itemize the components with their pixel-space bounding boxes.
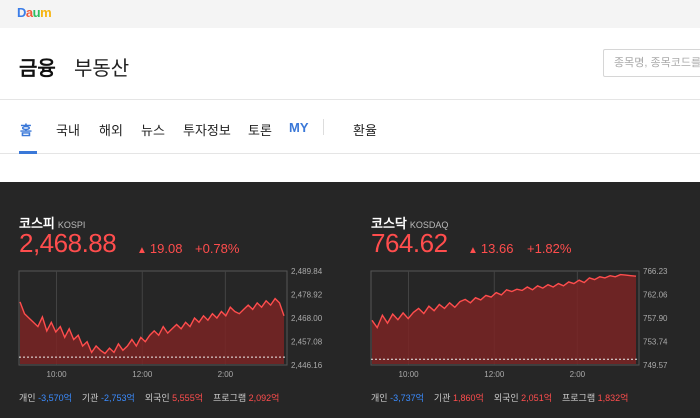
logo-letter: D xyxy=(17,5,26,20)
kosdaq-x-tick-label: 12:00 xyxy=(484,370,505,379)
tab-investment-info[interactable]: 투자정보 xyxy=(183,120,231,139)
tab-exchange-rate[interactable]: 환율 xyxy=(353,120,377,139)
kospi-individual-value: -3,570억 xyxy=(38,393,72,403)
tab-domestic[interactable]: 국내 xyxy=(56,120,80,139)
kosdaq-y-tick-label: 749.57 xyxy=(643,361,668,370)
kosdaq-y-tick-label: 762.06 xyxy=(643,291,668,300)
kospi-chart[interactable]: 10:00 12:00 2:00 2,489.84 2,478.92 2,468.00 2,… xyxy=(0,182,330,382)
kosdaq-y-tick-label: 766.23 xyxy=(643,267,668,276)
tab-home[interactable]: 홈 xyxy=(20,120,32,139)
kospi-y-tick-label: 2,457.08 xyxy=(291,338,323,347)
logo-letter: u xyxy=(32,5,41,20)
kosdaq-y-tick-label: 757.90 xyxy=(643,314,668,323)
tab-news[interactable]: 뉴스 xyxy=(141,120,165,139)
kosdaq-x-tick-label: 2:00 xyxy=(570,370,586,379)
real-estate-link[interactable]: 부동산 xyxy=(74,52,129,81)
active-tab-indicator xyxy=(19,151,37,154)
nav-divider xyxy=(323,119,324,135)
kosdaq-inst-value: 1,860억 xyxy=(452,393,484,403)
page-header: 금융 부동산 xyxy=(0,28,700,100)
kospi-x-tick-label: 12:00 xyxy=(132,370,153,379)
kosdaq-foreign-value: 2,051억 xyxy=(521,393,552,403)
search-input[interactable] xyxy=(604,50,700,76)
kosdaq-investors: 개인 -3,737억 기관 1,860억 외국인 2,051억 프로그램 1,8… xyxy=(371,393,629,403)
kospi-y-tick-label: 2,446.16 xyxy=(291,361,323,370)
kospi-x-tick-label: 10:00 xyxy=(47,370,68,379)
kospi-foreign-value: 5,555억 xyxy=(172,393,203,403)
kosdaq-panel[interactable]: 코스닥 KOSDAQ 764.62 ▲ 13.66 +1.82% 10:00 12:0… xyxy=(352,182,682,418)
top-bar: Daum xyxy=(0,0,700,28)
kospi-program-value: 2,092억 xyxy=(248,393,280,403)
search-box[interactable] xyxy=(603,49,700,77)
market-summary: 코스피 KOSPI 2,468.88 ▲ 19.08 +0.78% 10:00 12:… xyxy=(0,182,700,418)
daum-logo[interactable]: Daum xyxy=(17,5,52,20)
kosdaq-chart[interactable]: 10:00 12:00 2:00 766.23 762.06 757.90 753.74 74… xyxy=(352,182,682,382)
main-nav: 홈 국내 해외 뉴스 투자정보 토론 MY 환율 xyxy=(0,100,700,154)
kosdaq-x-tick-label: 10:00 xyxy=(399,370,420,379)
logo-letter: m xyxy=(40,5,52,20)
tab-my[interactable]: MY xyxy=(289,120,309,135)
logo-letter: a xyxy=(25,5,33,20)
kospi-y-tick-label: 2,468.00 xyxy=(291,314,323,323)
kospi-y-tick-label: 2,478.92 xyxy=(291,291,323,300)
kosdaq-y-tick-label: 753.74 xyxy=(643,338,668,347)
kospi-panel[interactable]: 코스피 KOSPI 2,468.88 ▲ 19.08 +0.78% 10:00 12:… xyxy=(0,182,330,418)
kosdaq-area-fill xyxy=(372,274,636,364)
kosdaq-program-value: 1,832억 xyxy=(597,393,629,403)
kospi-investors: 개인 -3,570억 기관 -2,753억 외국인 5,555억 프로그램 2,… xyxy=(19,393,280,403)
kospi-x-tick-label: 2:00 xyxy=(218,370,234,379)
kosdaq-individual-value: -3,737억 xyxy=(390,393,424,403)
tab-overseas[interactable]: 해외 xyxy=(99,120,123,139)
kospi-inst-value: -2,753억 xyxy=(100,393,135,403)
tab-discussion[interactable]: 토론 xyxy=(248,120,272,139)
kospi-y-tick-label: 2,489.84 xyxy=(291,267,323,276)
page-title[interactable]: 금융 xyxy=(19,52,56,81)
